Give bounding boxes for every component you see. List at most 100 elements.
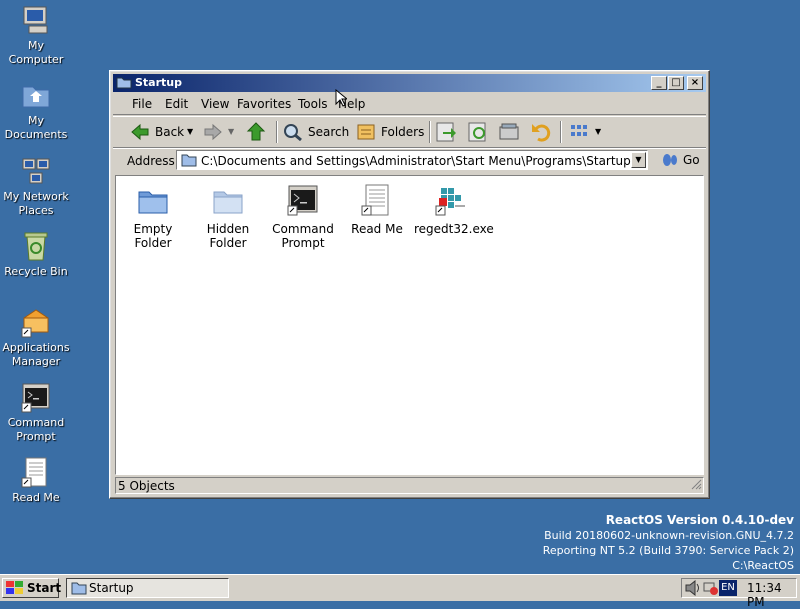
search-label: Search (308, 125, 350, 139)
applications-manager-icon (20, 306, 52, 338)
start-button[interactable]: Start (2, 578, 62, 600)
desktop-icon-label: Recycle Bin (4, 265, 68, 278)
desktop-icon-applications-manager[interactable]: Applications Manager (0, 306, 72, 369)
clock[interactable]: 11:34 PM (747, 581, 796, 609)
desktop-icon-label: Manager (11, 355, 61, 368)
go-icon (661, 152, 679, 174)
copy-to-icon (468, 122, 486, 142)
undo-button[interactable] (530, 121, 554, 143)
move-to-button[interactable] (435, 121, 459, 143)
delete-icon (499, 123, 519, 140)
desktop-icon-label: Computer (8, 53, 64, 66)
folders-button[interactable]: Folders (357, 121, 424, 143)
views-icon (571, 125, 587, 136)
recycle-bin-icon (20, 230, 52, 262)
back-button[interactable]: Back ▼ (130, 121, 196, 143)
folder-icon (137, 184, 169, 216)
desktop-icon-command-prompt[interactable]: Command Prompt (0, 381, 72, 444)
file-item-label: Hidden (206, 222, 250, 236)
reactos-logo-icon (6, 581, 24, 600)
desktop-icon-label: Command (7, 416, 65, 429)
menu-file[interactable]: File (132, 97, 152, 111)
desktop-icon-my-computer[interactable]: My Computer (0, 4, 72, 67)
documents-folder-icon (20, 79, 52, 111)
menu-edit[interactable]: Edit (165, 97, 188, 111)
chevron-down-icon: ▼ (228, 127, 235, 136)
window-titlebar[interactable]: Startup _ □ × (113, 74, 706, 92)
explorer-window[interactable]: Startup _ □ × File Edit View Favorites T… (109, 70, 710, 499)
forward-button[interactable]: ▼ (203, 121, 241, 143)
copy-to-button[interactable] (467, 121, 491, 143)
text-document-icon (361, 184, 393, 216)
toolbar-separator (429, 121, 431, 143)
folder-icon (116, 76, 132, 89)
desktop-icon-recycle-bin[interactable]: Recycle Bin (0, 230, 72, 279)
file-item-label: Empty Folder (133, 222, 173, 250)
file-item-regedt32[interactable]: regedt32.exe (414, 184, 494, 236)
status-text: 5 Objects (118, 479, 175, 493)
search-button[interactable]: Search (283, 121, 350, 143)
file-item-read-me[interactable]: Read Me (340, 184, 414, 236)
chevron-down-icon: ▼ (187, 127, 194, 136)
menu-tools[interactable]: Tools (298, 97, 328, 111)
version-info: ReactOS Version 0.4.10-dev Build 2018060… (543, 513, 794, 573)
version-title: ReactOS Version 0.4.10-dev (605, 513, 794, 527)
file-item-command-prompt[interactable]: Command Prompt (266, 184, 340, 250)
go-button[interactable]: Go (657, 150, 707, 170)
command-prompt-icon (20, 381, 52, 413)
mouse-cursor-icon (335, 88, 349, 110)
file-item-label: Command (272, 222, 334, 236)
address-label: Address (127, 154, 175, 168)
desktop-icon-label: My (27, 114, 44, 127)
address-dropdown-button[interactable]: ▼ (631, 152, 646, 168)
undo-icon (532, 124, 551, 142)
network-status-icon[interactable] (703, 580, 719, 599)
start-label: Start (27, 581, 62, 595)
file-item-label: Prompt (281, 236, 325, 250)
search-icon (283, 123, 303, 148)
desktop-icon-label: My Network (3, 190, 69, 203)
version-path: C:\ReactOS (732, 559, 794, 572)
language-indicator[interactable]: EN (719, 580, 737, 596)
resize-grip-icon[interactable] (690, 478, 702, 493)
computer-icon (20, 4, 52, 36)
folder-icon (181, 153, 197, 170)
menu-view[interactable]: View (201, 97, 229, 111)
minimize-button[interactable]: _ (651, 76, 667, 90)
registry-editor-icon (435, 184, 467, 216)
desktop-icon-label: Documents (4, 128, 68, 141)
desktop-icon-label: Read Me (12, 491, 60, 504)
toolbar: Back ▼ ▼ Search Folders ▼ (113, 116, 706, 148)
desktop-icon-network-places[interactable]: My Network Places (0, 155, 72, 218)
back-arrow-icon (130, 123, 150, 148)
text-document-icon (20, 456, 52, 488)
address-input[interactable]: C:\Documents and Settings\Administrator\… (176, 150, 648, 170)
version-build: Build 20180602-unknown-revision.GNU_4.7.… (544, 529, 794, 542)
file-list-view[interactable]: Empty Folder Hidden Folder Command Promp… (115, 175, 704, 475)
maximize-button[interactable]: □ (668, 76, 684, 90)
version-reporting: Reporting NT 5.2 (Build 3790: Service Pa… (542, 544, 794, 557)
file-item-label: regedt32.exe (414, 222, 494, 236)
back-label: Back (155, 125, 185, 139)
folder-hidden-icon (212, 184, 244, 216)
close-button[interactable]: × (687, 76, 703, 90)
desktop-icon-read-me[interactable]: Read Me (0, 456, 72, 505)
desktop-icon-label: My (27, 39, 44, 52)
file-item-hidden-folder[interactable]: Hidden Folder (191, 184, 265, 250)
menu-favorites[interactable]: Favorites (237, 97, 291, 111)
views-button[interactable]: ▼ (568, 121, 608, 143)
file-item-empty-folder[interactable]: Empty Folder (116, 184, 190, 250)
taskbar-button-startup[interactable]: Startup (66, 578, 229, 598)
file-item-label: Folder (209, 236, 247, 250)
up-button[interactable] (246, 121, 268, 143)
up-arrow-icon (246, 122, 266, 141)
folder-icon (71, 581, 87, 600)
volume-icon[interactable] (685, 579, 701, 599)
desktop-icon-my-documents[interactable]: My Documents (0, 79, 72, 142)
delete-button[interactable] (498, 121, 522, 143)
toolbar-separator (276, 121, 278, 143)
menu-bar: File Edit View Favorites Tools Help (113, 94, 706, 115)
status-bar: 5 Objects (115, 477, 704, 494)
move-to-icon (436, 122, 456, 142)
folders-icon (357, 123, 377, 148)
